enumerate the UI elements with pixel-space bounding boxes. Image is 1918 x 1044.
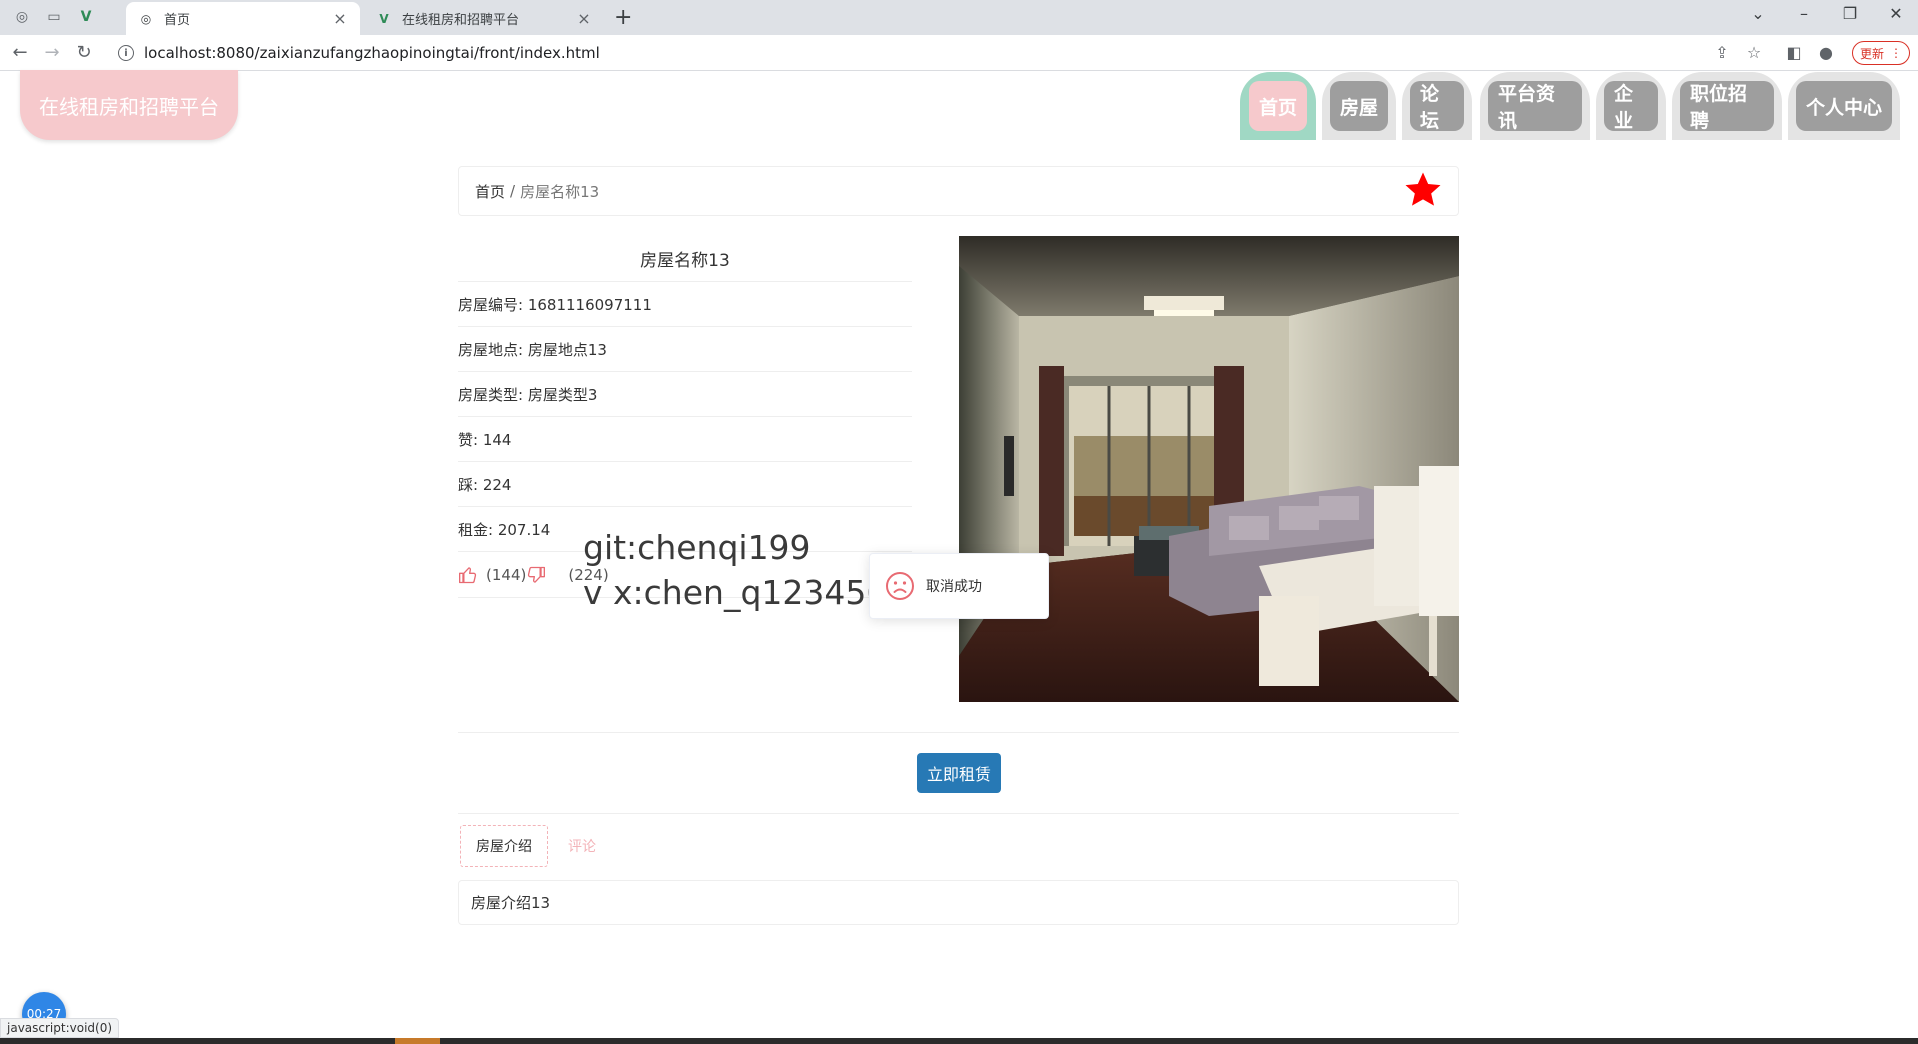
house-dislikes: 踩: 224 — [458, 462, 912, 507]
divider — [458, 813, 1459, 814]
nav-home[interactable]: 首页 — [1240, 72, 1316, 140]
update-label: 更新 — [1859, 46, 1884, 61]
breadcrumb-home[interactable]: 首页 — [475, 181, 505, 202]
house-intro-text: 房屋介绍13 — [458, 880, 1459, 925]
sad-face-icon — [886, 572, 914, 600]
house-title: 房屋名称13 — [458, 236, 912, 282]
tab-title: 首页 — [164, 13, 191, 28]
reload-icon[interactable]: ↻ — [72, 41, 96, 65]
tab-home[interactable]: ◎ 首页 × — [126, 2, 360, 35]
site-logo[interactable]: 在线租房和招聘平台 — [20, 70, 238, 140]
thumbs-up-icon[interactable] — [458, 565, 478, 585]
rent-now-button[interactable]: 立即租赁 — [917, 753, 1001, 793]
divider — [458, 732, 1459, 733]
browser-tab-bar: ◎ ▭ V ◎ 首页 × V 在线租房和招聘平台 × + ⌄ – ❐ ✕ — [0, 0, 1918, 35]
nav-houses[interactable]: 房屋 — [1322, 72, 1396, 140]
nav-companies-label: 企业 — [1604, 81, 1658, 132]
blank-page-icon[interactable]: ▭ — [44, 7, 64, 27]
breadcrumb: 首页 / 房屋名称13 — [458, 166, 1459, 216]
house-type: 房屋类型: 房屋类型3 — [458, 372, 912, 417]
profile-icon[interactable]: ● — [1816, 43, 1836, 62]
more-menu-icon: ⋮ — [1890, 46, 1902, 60]
thumbs-down-icon[interactable] — [526, 565, 546, 585]
globe-icon: ◎ — [140, 11, 152, 26]
close-icon[interactable]: × — [576, 9, 592, 28]
close-window-icon[interactable]: ✕ — [1876, 4, 1916, 23]
taskbar-strip — [0, 1038, 1918, 1044]
nav-home-label: 首页 — [1249, 81, 1307, 131]
tab-house-intro[interactable]: 房屋介绍 — [460, 825, 548, 867]
watermark-line-1: git:chenqi199 — [583, 528, 811, 567]
address-bar: ← → ↻ i localhost:8080/zaixianzufangzhao… — [0, 35, 1918, 71]
nav-houses-label: 房屋 — [1330, 81, 1388, 131]
house-number: 房屋编号: 1681116097111 — [458, 282, 912, 327]
side-panel-icon[interactable]: ◧ — [1784, 43, 1804, 62]
minimize-icon[interactable]: – — [1784, 4, 1824, 23]
nav-forum-label: 论坛 — [1410, 81, 1464, 132]
vue-logo-icon: V — [379, 11, 389, 26]
tab-title: 在线租房和招聘平台 — [402, 13, 520, 28]
tab-comments[interactable]: 评论 — [568, 836, 596, 856]
url-text: localhost:8080/zaixianzufangzhaopinoingt… — [144, 44, 600, 62]
close-icon[interactable]: × — [332, 9, 348, 28]
bookmark-star-icon[interactable]: ☆ — [1744, 43, 1764, 62]
nav-forum[interactable]: 论坛 — [1402, 72, 1472, 140]
globe-icon[interactable]: ◎ — [12, 7, 32, 27]
vue-logo-icon[interactable]: V — [76, 7, 96, 27]
breadcrumb-current: 房屋名称13 — [520, 182, 600, 201]
nav-jobs[interactable]: 职位招聘 — [1672, 72, 1782, 140]
share-icon[interactable]: ⇪ — [1712, 43, 1732, 62]
nav-profile-label: 个人中心 — [1796, 81, 1892, 131]
new-tab-icon[interactable]: + — [614, 5, 632, 30]
house-location: 房屋地点: 房屋地点13 — [458, 327, 912, 372]
watermark-line-2: v x:chen_q123456 — [583, 573, 888, 612]
favorite-star-icon[interactable] — [1403, 170, 1443, 210]
forward-icon[interactable]: → — [40, 41, 64, 65]
site-info-icon[interactable]: i — [118, 45, 134, 61]
toast-message: 取消成功 — [869, 553, 1049, 619]
taskbar-segment — [395, 1038, 440, 1044]
tab-search-icon[interactable]: ⌄ — [1738, 4, 1778, 23]
update-button[interactable]: 更新 ⋮ — [1852, 41, 1910, 65]
like-count: (144) — [486, 565, 527, 584]
nav-news[interactable]: 平台资讯 — [1480, 72, 1590, 140]
toast-text: 取消成功 — [926, 579, 982, 595]
nav-profile[interactable]: 个人中心 — [1788, 72, 1900, 140]
tab-platform[interactable]: V 在线租房和招聘平台 × — [364, 2, 604, 35]
status-bar-link: javascript:void(0) — [0, 1018, 120, 1038]
house-photo — [959, 236, 1459, 702]
restore-icon[interactable]: ❐ — [1830, 4, 1870, 23]
house-likes: 赞: 144 — [458, 417, 912, 462]
nav-jobs-label: 职位招聘 — [1680, 81, 1774, 132]
back-icon[interactable]: ← — [8, 41, 32, 65]
url-field[interactable]: i localhost:8080/zaixianzufangzhaopinoin… — [110, 39, 1750, 67]
nav-companies[interactable]: 企业 — [1596, 72, 1666, 140]
nav-news-label: 平台资讯 — [1488, 81, 1582, 132]
breadcrumb-separator: / — [510, 182, 516, 200]
